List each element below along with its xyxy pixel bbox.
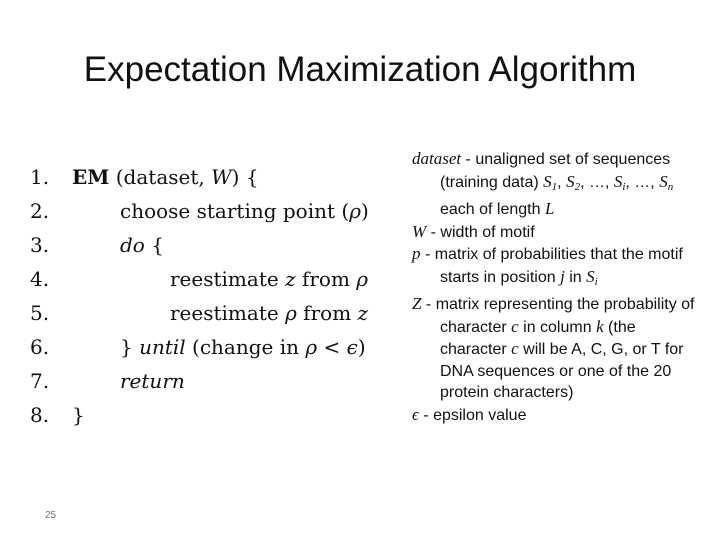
definition-symbol: W (412, 221, 427, 241)
code-token: } (72, 403, 85, 427)
definition-symbol: dataset (412, 149, 462, 168)
code-token: reestimate (170, 267, 286, 291)
line-number: 1. (30, 165, 50, 189)
line-number: 2. (30, 199, 50, 223)
code-token: return (120, 369, 185, 393)
definition-text: in (564, 268, 587, 286)
definition-text: c (511, 339, 519, 358)
pseudocode-line: 7. return (30, 364, 400, 398)
pseudocode-line: 3. do { (30, 228, 400, 262)
definition-item: W - width of motif (412, 221, 702, 244)
code-token: ρ (356, 267, 369, 291)
slide-title: Expectation Maximization Algorithm (83, 50, 637, 89)
definitions-list: dataset - unaligned set of sequences (tr… (412, 148, 702, 426)
definition-text: in column (518, 318, 597, 336)
code-token: do (120, 233, 145, 257)
definition-text: , …, (580, 173, 614, 191)
line-code: } (72, 398, 85, 432)
definition-item: ϵ - epsilon value (412, 404, 702, 427)
definition-symbol: p (412, 244, 421, 263)
page-number: 25 (45, 510, 57, 521)
code-token: z (285, 267, 296, 291)
definition-text: , …, (625, 173, 660, 191)
line-code: } until (change in ρ < ϵ) (120, 330, 366, 364)
definition-text: - epsilon value (418, 406, 527, 424)
definition-symbol: ϵ (412, 404, 419, 424)
line-number: 8. (30, 403, 50, 427)
pseudocode-line: 1. EM (dataset, W) { (30, 160, 400, 194)
code-token: ϵ (346, 335, 358, 359)
code-token: z (357, 301, 369, 325)
line-number: 4. (30, 267, 50, 291)
code-token: ρ (349, 199, 361, 223)
definition-text: , (557, 173, 567, 191)
pseudocode-line: 5. reestimate ρ from z (30, 296, 400, 330)
algorithm-pseudocode: 1. EM (dataset, W) {2. choose starting poi… (30, 160, 400, 432)
line-code: do { (120, 228, 164, 262)
definition-text: each of length (440, 201, 545, 218)
line-code: EM (dataset, W) { (72, 160, 259, 194)
definition-text: - matrix of probabilities that the motif… (420, 246, 683, 286)
definition-text: c (511, 316, 519, 336)
code-token: ) (357, 335, 366, 359)
line-code: reestimate z from ρ (170, 262, 368, 296)
line-code: return (120, 364, 185, 398)
code-token: < (317, 335, 347, 359)
code-token: from (295, 267, 357, 291)
code-token: until (139, 335, 186, 359)
line-code: reestimate ρ from z (170, 296, 368, 330)
definition-text: i (594, 275, 598, 288)
code-token: reestimate (170, 301, 286, 325)
definition-text: L (544, 199, 555, 218)
code-token: ρ (285, 301, 297, 325)
definition-text: S (566, 171, 575, 191)
code-token: ) (360, 199, 369, 223)
definition-text: k (596, 316, 604, 336)
code-token: ) { (231, 165, 259, 189)
code-token: EM (72, 165, 110, 189)
line-number: 3. (30, 233, 50, 257)
code-token: W (211, 165, 232, 189)
pseudocode-line: 8.} (30, 398, 400, 432)
code-token: } (120, 335, 140, 359)
definition-text: - width of motif (426, 223, 535, 241)
code-token: ρ (305, 335, 318, 359)
pseudocode-line: 6.} until (change in ρ < ϵ) (30, 330, 400, 364)
definition-text: S (659, 171, 668, 191)
code-token: from (296, 301, 358, 325)
code-token: choose starting point ( (120, 199, 350, 223)
line-number: 7. (30, 369, 50, 393)
definition-item: Z - matrix representing the probability … (412, 293, 702, 404)
definition-item: dataset - unaligned set of sequences (tr… (412, 148, 702, 221)
pseudocode-line: 2. choose starting point (ρ) (30, 194, 400, 228)
code-token: (change in (185, 335, 306, 359)
definition-text: S (543, 171, 552, 191)
definition-item: p - matrix of probabilities that the mot… (412, 243, 702, 293)
line-number: 6. (30, 335, 50, 359)
pseudocode-line: 4. reestimate z from ρ (30, 262, 400, 296)
line-number: 5. (30, 301, 50, 325)
code-token: (dataset, (109, 165, 212, 189)
definition-text: S (586, 266, 595, 286)
definition-text: n (667, 180, 674, 193)
line-code: choose starting point (ρ) (120, 194, 369, 228)
code-token: { (144, 233, 164, 257)
